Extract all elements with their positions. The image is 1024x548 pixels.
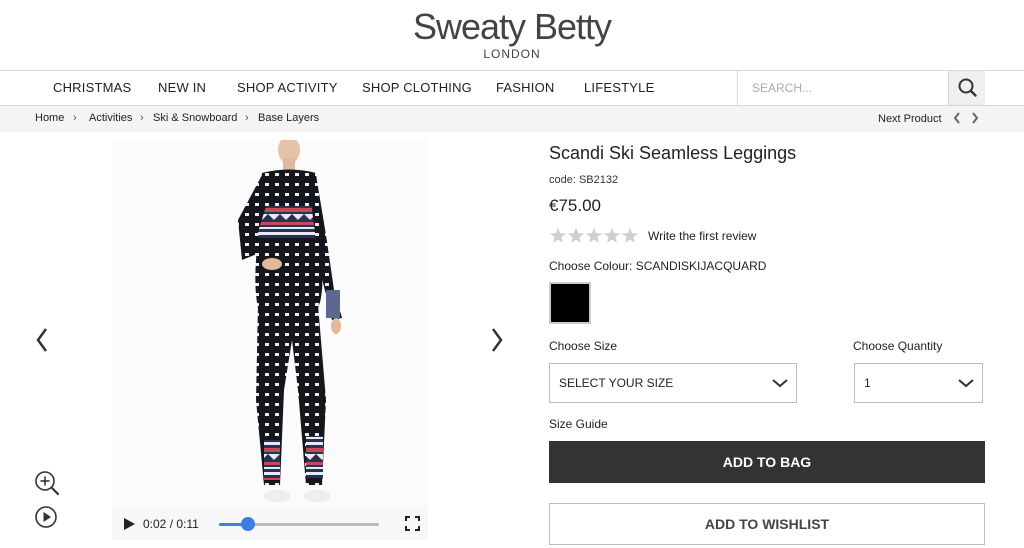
- chevron-right-icon[interactable]: [969, 109, 981, 127]
- star-icon[interactable]: [567, 227, 585, 243]
- size-select-value: SELECT YOUR SIZE: [559, 376, 674, 390]
- search-button[interactable]: [948, 71, 985, 105]
- video-time: 0:02 / 0:11: [143, 517, 199, 531]
- write-review-link[interactable]: Write the first review: [648, 229, 756, 243]
- fullscreen-icon[interactable]: [405, 516, 420, 531]
- nav-item-new-in[interactable]: NEW IN: [158, 80, 206, 95]
- rating-stars[interactable]: [549, 227, 639, 245]
- nav-item-shop-clothing[interactable]: SHOP CLOTHING: [362, 80, 472, 95]
- nav-item-fashion[interactable]: FASHION: [496, 80, 554, 95]
- logo[interactable]: Sweaty Betty: [0, 6, 1024, 48]
- logo-subtitle: LONDON: [483, 47, 541, 61]
- chevron-down-icon: [958, 379, 974, 388]
- nav-item-shop-activity[interactable]: SHOP ACTIVITY: [237, 80, 338, 95]
- breadcrumb-separator: ›: [73, 112, 77, 124]
- breadcrumb-separator: ›: [140, 112, 144, 124]
- size-label: Choose Size: [549, 339, 618, 353]
- play-icon[interactable]: [122, 517, 136, 531]
- search-icon: [958, 78, 977, 97]
- chevron-down-icon: [772, 379, 788, 388]
- star-icon[interactable]: [549, 227, 567, 243]
- nav-item-lifestyle[interactable]: LIFESTYLE: [584, 80, 654, 95]
- product-title: Scandi Ski Seamless Leggings: [549, 143, 797, 163]
- size-guide-link[interactable]: Size Guide: [549, 417, 608, 431]
- quantity-label: Choose Quantity: [853, 339, 943, 353]
- size-select[interactable]: SELECT YOUR SIZE: [549, 363, 797, 403]
- site-header: Sweaty Betty LONDON: [0, 0, 1024, 70]
- product-image[interactable]: [112, 140, 428, 510]
- breadcrumb-activities[interactable]: Activities: [89, 112, 132, 124]
- video-progress-handle[interactable]: [240, 517, 255, 531]
- zoom-in-icon[interactable]: [34, 470, 60, 496]
- colour-swatch[interactable]: [549, 282, 591, 324]
- main-nav: CHRISTMAS NEW IN SHOP ACTIVITY SHOP CLOT…: [0, 70, 1024, 106]
- breadcrumb-base-layers[interactable]: Base Layers: [258, 112, 319, 124]
- add-to-wishlist-button[interactable]: ADD TO WISHLIST: [549, 503, 985, 545]
- search-input[interactable]: [752, 79, 942, 97]
- gallery-prev-button[interactable]: [33, 325, 51, 355]
- breadcrumb-home[interactable]: Home: [35, 112, 64, 124]
- next-product-link[interactable]: Next Product: [878, 113, 942, 125]
- quantity-select-value: 1: [864, 376, 871, 390]
- breadcrumb-separator: ›: [245, 112, 249, 124]
- video-controls: 0:02 / 0:11: [112, 508, 428, 540]
- colour-label: Choose Colour: SCANDISKIJACQUARD: [549, 259, 767, 273]
- gallery-next-button[interactable]: [488, 325, 506, 355]
- product-price: €75.00: [549, 196, 601, 215]
- product-code: code: SB2132: [549, 174, 619, 186]
- breadcrumb: Home › Activities › Ski & Snowboard › Ba…: [0, 106, 1024, 132]
- play-circle-icon[interactable]: [34, 504, 60, 530]
- breadcrumb-ski-snowboard[interactable]: Ski & Snowboard: [153, 112, 237, 124]
- quantity-select[interactable]: 1: [854, 363, 983, 403]
- nav-item-christmas[interactable]: CHRISTMAS: [53, 80, 131, 95]
- star-icon[interactable]: [603, 227, 621, 243]
- add-to-bag-button[interactable]: ADD TO BAG: [549, 441, 985, 483]
- search-box: [737, 71, 985, 105]
- star-icon[interactable]: [621, 227, 639, 243]
- chevron-left-icon[interactable]: [951, 109, 963, 127]
- star-icon[interactable]: [585, 227, 603, 243]
